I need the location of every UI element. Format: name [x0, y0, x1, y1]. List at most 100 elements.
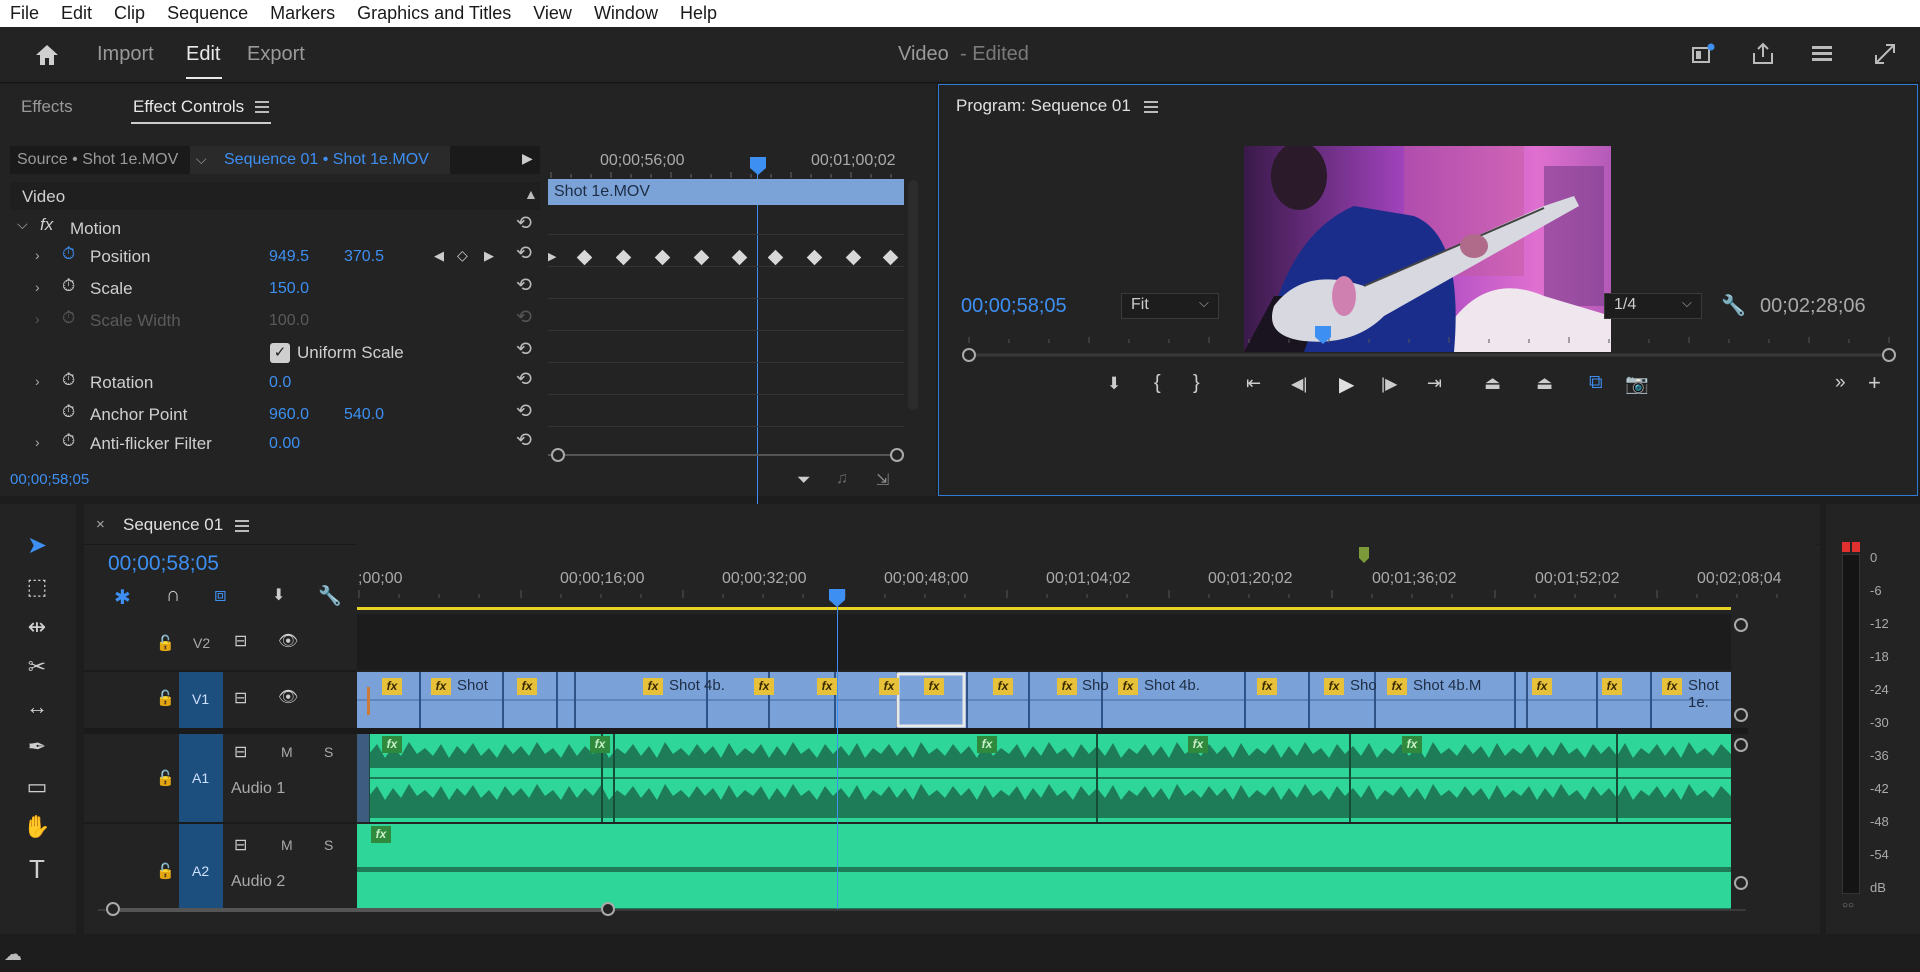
- uniform-scale-checkbox[interactable]: ✓: [270, 343, 290, 363]
- go-to-in-icon[interactable]: ⇤: [1246, 373, 1261, 394]
- a2-audio-clip[interactable]: [357, 824, 1731, 910]
- source-label[interactable]: Source • Shot 1e.MOV: [17, 151, 178, 169]
- next-keyframe-icon[interactable]: ▶: [484, 248, 494, 264]
- fx-badge[interactable]: fx: [1387, 678, 1407, 695]
- fx-badge[interactable]: fx: [1118, 678, 1138, 695]
- fx-badge[interactable]: fx: [517, 678, 537, 695]
- lift-icon[interactable]: ⏏: [1484, 373, 1501, 394]
- fx-badge[interactable]: fx: [1402, 736, 1422, 753]
- keyframe[interactable]: [576, 249, 593, 266]
- fx-badge[interactable]: fx: [371, 826, 391, 843]
- home-icon[interactable]: [34, 43, 60, 67]
- audio-scroll-handle[interactable]: [1734, 876, 1748, 890]
- stopwatch-icon[interactable]: ⏱: [62, 370, 75, 390]
- a1-track-label[interactable]: A1: [192, 770, 209, 786]
- video-scroll-handle[interactable]: [1734, 708, 1748, 722]
- keyframe[interactable]: [806, 249, 823, 266]
- sequence-tab[interactable]: Sequence 01: [123, 515, 223, 535]
- settings-wrench-icon[interactable]: 🔧: [1721, 293, 1746, 318]
- lock-icon[interactable]: 🔓: [156, 689, 175, 707]
- expand-chevron-icon[interactable]: ›: [35, 434, 40, 450]
- timeline-settings-wrench-icon[interactable]: 🔧: [318, 584, 342, 608]
- add-keyframe-icon[interactable]: ◇: [457, 247, 468, 264]
- hand-tool-icon[interactable]: ✋: [22, 812, 52, 842]
- eye-icon[interactable]: 👁: [278, 631, 298, 651]
- fx-badge[interactable]: fx: [1057, 678, 1077, 695]
- solo-button[interactable]: S: [324, 744, 333, 760]
- marker-icon[interactable]: [1358, 546, 1370, 564]
- mute-button[interactable]: M: [281, 744, 293, 760]
- ec-playhead-handle[interactable]: [749, 156, 767, 176]
- ripple-edit-tool-icon[interactable]: ⇹: [22, 612, 52, 642]
- v1-track-label[interactable]: V1: [192, 691, 209, 707]
- zoom-handle-left[interactable]: [551, 448, 565, 462]
- nest-sequence-icon[interactable]: ✱: [114, 585, 131, 610]
- zoom-handle-left[interactable]: [106, 902, 120, 916]
- fx-badge[interactable]: fx: [1532, 678, 1552, 695]
- extract-icon[interactable]: ⏏: [1536, 373, 1553, 394]
- chevron-down-icon[interactable]: ⌵: [17, 216, 28, 233]
- stopwatch-icon[interactable]: ⏱: [62, 431, 75, 451]
- step-forward-icon[interactable]: |▶: [1381, 374, 1397, 394]
- sync-lock-icon[interactable]: ⊟: [234, 688, 247, 708]
- reset-icon[interactable]: ⟲: [514, 214, 534, 234]
- button-editor-icon[interactable]: +: [1868, 370, 1881, 396]
- panel-menu-icon[interactable]: [235, 525, 249, 527]
- clip-indicator[interactable]: [1852, 542, 1860, 552]
- fx-badge[interactable]: fx: [817, 678, 837, 695]
- program-playhead-handle[interactable]: [1314, 325, 1332, 345]
- selection-tool-icon[interactable]: ➤: [22, 531, 52, 561]
- type-tool-icon[interactable]: T: [22, 854, 52, 884]
- scale-value[interactable]: 150.0: [269, 280, 309, 298]
- lock-icon[interactable]: 🔓: [156, 634, 175, 652]
- fx-badge[interactable]: fx: [879, 678, 899, 695]
- fx-icon[interactable]: fx: [40, 215, 53, 235]
- reset-icon[interactable]: ⟲: [514, 431, 534, 451]
- ec-timecode[interactable]: 00;00;58;05: [10, 471, 89, 488]
- linked-selection-icon[interactable]: ⧈: [214, 584, 227, 607]
- v2-track-label[interactable]: V2: [193, 635, 210, 651]
- menu-markers[interactable]: Markers: [259, 3, 346, 24]
- horizontal-scroll-thumb[interactable]: [120, 908, 601, 912]
- share-icon[interactable]: [1750, 41, 1776, 67]
- lock-icon[interactable]: 🔓: [156, 862, 175, 880]
- expand-chevron-icon[interactable]: ›: [35, 247, 40, 263]
- add-marker-icon[interactable]: ⬇: [272, 585, 285, 605]
- fx-badge[interactable]: fx: [754, 678, 774, 695]
- fx-badge[interactable]: fx: [431, 678, 451, 695]
- filter-icon[interactable]: ⏷: [797, 470, 811, 490]
- reset-icon[interactable]: ⟲: [514, 276, 534, 296]
- timeline-timecode[interactable]: 00;00;58;05: [108, 552, 219, 576]
- export-frame-icon[interactable]: ⇲: [876, 470, 889, 490]
- program-title[interactable]: Program: Sequence 01: [956, 96, 1131, 116]
- more-controls-icon[interactable]: »: [1835, 372, 1846, 394]
- play-icon[interactable]: ▶: [1339, 372, 1354, 397]
- rectangle-tool-icon[interactable]: ▭: [22, 772, 52, 802]
- ec-zoom-bar[interactable]: [548, 454, 902, 456]
- mark-out-icon[interactable]: }: [1193, 372, 1200, 395]
- fx-badge[interactable]: fx: [977, 736, 997, 753]
- prev-keyframe-icon[interactable]: ◀: [434, 248, 444, 264]
- program-scrub-bar[interactable]: [959, 325, 1899, 365]
- work-area-bar[interactable]: [357, 607, 1731, 610]
- anti-flicker-value[interactable]: 0.00: [269, 435, 300, 453]
- solo-button[interactable]: S: [324, 837, 333, 853]
- fx-badge[interactable]: fx: [1662, 678, 1682, 695]
- zoom-handle-right[interactable]: [890, 448, 904, 462]
- mark-in-icon[interactable]: {: [1154, 372, 1161, 395]
- keyframe[interactable]: [767, 249, 784, 266]
- import-tab[interactable]: Import: [97, 43, 154, 66]
- effects-tab[interactable]: Effects: [21, 97, 73, 117]
- snap-magnet-icon[interactable]: ∩: [166, 584, 180, 607]
- keyframe[interactable]: [731, 249, 748, 266]
- add-marker-icon[interactable]: ⬇: [1107, 374, 1121, 394]
- fx-badge[interactable]: fx: [993, 678, 1013, 695]
- menu-view[interactable]: View: [522, 3, 583, 24]
- solo-meter-icon[interactable]: ○○: [1842, 900, 1854, 911]
- keyframe[interactable]: [654, 249, 671, 266]
- pen-tool-icon[interactable]: ✒: [22, 732, 52, 762]
- fx-badge[interactable]: fx: [1257, 678, 1277, 695]
- position-x-value[interactable]: 949.5: [269, 248, 309, 266]
- export-frame-icon[interactable]: 📷: [1625, 372, 1649, 396]
- menu-window[interactable]: Window: [583, 3, 669, 24]
